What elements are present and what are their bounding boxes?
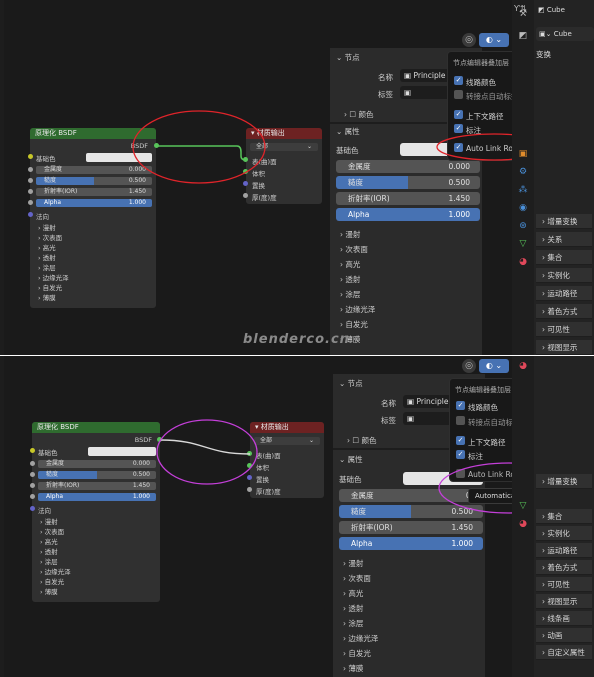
props-visibility-2[interactable]: › 可见性 [536,577,592,592]
props-animation-2[interactable]: › 动画 [536,628,592,643]
props-viewport-display-2[interactable]: › 视图显示 [536,594,592,609]
props-instancing-2[interactable]: › 实例化 [536,526,592,541]
props-visibility[interactable]: › 可见性 [536,322,592,337]
transform-header[interactable]: 变换 [536,49,594,60]
props-delta-transform[interactable]: › 增量变换 [536,214,592,229]
physics-props-icon[interactable]: ◉ [517,202,529,214]
outliner-object-row[interactable]: ◩ Cube [538,4,594,17]
props-viewport-display[interactable]: › 视图显示 [536,340,592,355]
watermark: blenderco.cn [243,332,350,347]
props-item-list: › 增量变换 › 关系 › 集合 › 实例化 › 运动路径 › 着色方式 › 可… [536,214,594,355]
object-data-row[interactable]: ▣⌄ Cube [536,27,594,41]
props-shading[interactable]: › 着色方式 [536,304,592,319]
material-props-icon-2[interactable]: ◕ [517,360,529,372]
props-relations[interactable]: › 关系 [536,232,592,247]
props-collections[interactable]: › 集合 [536,250,592,265]
properties-editor-2: ◕ ▽ ◕ › 增量变换 › 集合 › 实例化 › 运动路径 › 着色方式 › … [512,356,594,677]
props-motion-paths-2[interactable]: › 运动路径 [536,543,592,558]
props-motion-paths[interactable]: › 运动路径 [536,286,592,301]
data-props-icon[interactable]: ▽ [517,238,529,250]
props-item-list-2: › 增量变换 › 集合 › 实例化 › 运动路径 › 着色方式 › 可见性 › … [536,474,594,674]
props-tab-strip-2 [512,356,534,677]
overlay-annotation-layer-2 [438,462,580,514]
props-instancing[interactable]: › 实例化 [536,268,592,283]
data-props-icon-2[interactable]: ▽ [517,500,529,512]
props-line-art-2[interactable]: › 线条画 [536,611,592,626]
props-custom-properties-2[interactable]: › 自定义属性 [536,645,592,660]
render-props-icon[interactable]: ◩ [517,30,529,42]
overlay-annotation-layer [436,133,552,161]
top-screenshot: ◎ ◐ ⌄ 原理化 BSDF BSDF 基础色 金属度 0.000 糙度 0.500… [0,0,594,355]
object-props-icon[interactable]: ▣ [517,148,529,160]
properties-editor: ⚒ ◩ ▣ ⚙ ⁂ ◉ ⊛ ▽ ◕ ◩ Cube ▣⌄ Cube 变换 › 增量… [512,0,594,355]
props-collections-2[interactable]: › 集合 [536,509,592,524]
top-right-header-icons[interactable]: Ƴ⇅ [514,4,532,13]
bottom-screenshot: ◎ ◐ ⌄ 原理化 BSDF BSDF 基础色 金属度 0.000 糙度 0.500… [0,356,594,677]
material-props-icon[interactable]: ◕ [517,256,529,268]
props-shading-2[interactable]: › 着色方式 [536,560,592,575]
material-props-icon-3[interactable]: ◕ [517,518,529,530]
props-delta-transform-2[interactable]: › 增量变换 [536,474,592,489]
constraints-props-icon[interactable]: ⊛ [517,220,529,232]
modifier-props-icon[interactable]: ⚙ [517,166,529,178]
particles-props-icon[interactable]: ⁂ [517,184,529,196]
